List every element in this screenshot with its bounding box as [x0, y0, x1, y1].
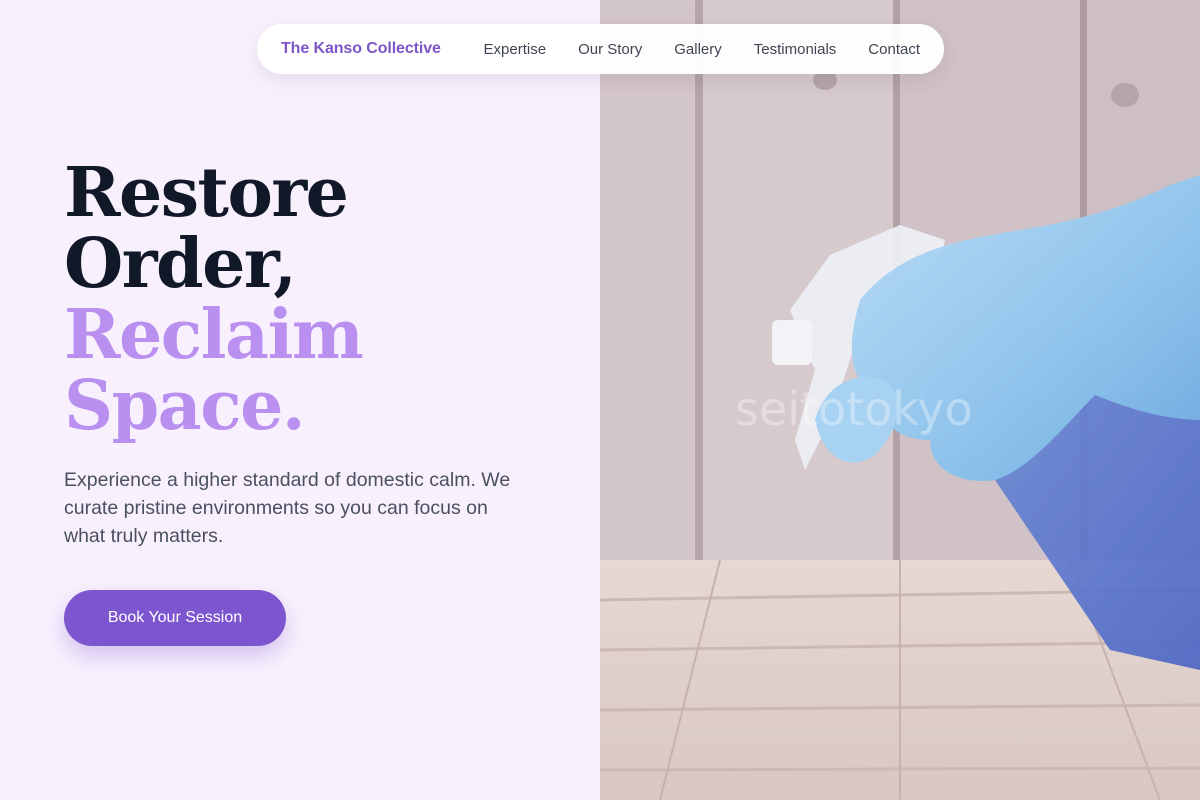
book-session-button[interactable]: Book Your Session — [64, 590, 286, 646]
nav-link-our-story[interactable]: Our Story — [578, 41, 642, 58]
top-navigation: The Kanso Collective Expertise Our Story… — [257, 24, 944, 74]
hero-headline: Restore Order, Reclaim Space. — [64, 153, 364, 446]
hero-image: seitotokyo — [600, 0, 1200, 800]
nav-link-contact[interactable]: Contact — [868, 41, 920, 58]
nav-links: Expertise Our Story Gallery Testimonials… — [484, 41, 920, 58]
nav-link-gallery[interactable]: Gallery — [674, 41, 722, 58]
nav-link-expertise[interactable]: Expertise — [484, 41, 547, 58]
headline-line-space: Space. — [64, 366, 306, 446]
headline-line-restore: Restore — [64, 153, 349, 233]
headline-line-reclaim: Reclaim — [64, 295, 364, 375]
headline-line-order: Order, — [64, 224, 297, 304]
hero-subtext: Experience a higher standard of domestic… — [64, 469, 511, 547]
nav-link-testimonials[interactable]: Testimonials — [754, 41, 837, 58]
brand-logo-text[interactable]: The Kanso Collective — [281, 40, 441, 58]
cleaning-spray-illustration: seitotokyo — [600, 0, 1200, 800]
image-watermark: seitotokyo — [735, 382, 973, 436]
